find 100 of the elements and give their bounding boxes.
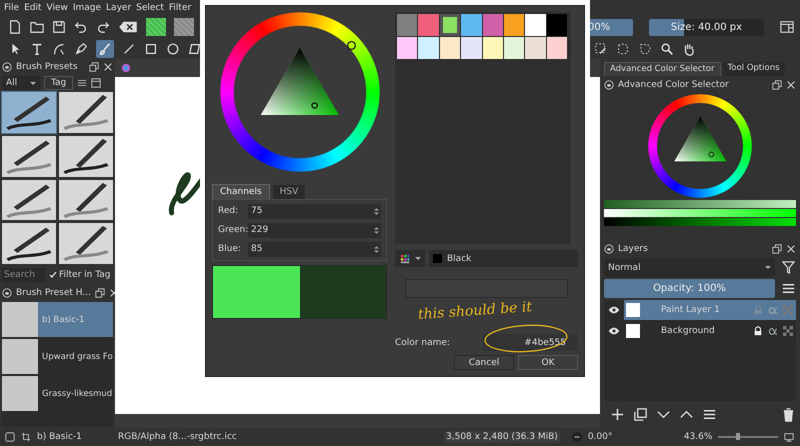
background-pattern-swatch[interactable]	[174, 18, 194, 36]
undo-icon[interactable]	[74, 20, 88, 34]
tag-filter-dropdown[interactable]: All	[2, 76, 40, 90]
layer-row[interactable]: Background	[624, 321, 796, 341]
palette-swatch[interactable]	[546, 14, 567, 36]
brush-preset-thumbnail[interactable]	[2, 180, 56, 220]
brush-tool-icon[interactable]	[96, 40, 114, 58]
float-icon[interactable]	[772, 244, 782, 254]
monitor-icon[interactable]	[784, 432, 794, 442]
add-icon[interactable]	[610, 406, 625, 422]
lock-icon[interactable]	[604, 80, 614, 90]
rotation-icon[interactable]	[572, 432, 582, 442]
close-icon[interactable]	[103, 62, 113, 72]
import-icon[interactable]	[91, 78, 102, 88]
float-icon[interactable]	[772, 80, 782, 90]
trash-icon[interactable]	[781, 406, 796, 422]
menu-item[interactable]: Edit	[24, 2, 42, 12]
contiguous-select-icon[interactable]	[616, 42, 630, 56]
menu-item[interactable]: Filter	[168, 2, 192, 12]
palette-swatch[interactable]	[482, 14, 503, 36]
blend-mode-dropdown[interactable]: Normal	[604, 258, 775, 277]
zoom-slider-handle[interactable]	[736, 433, 740, 440]
close-icon[interactable]	[786, 80, 796, 90]
brush-preset-thumbnail[interactable]	[59, 180, 113, 220]
pen-nib-icon[interactable]	[74, 42, 88, 56]
float-icon[interactable]	[94, 288, 105, 298]
redo-icon[interactable]	[96, 20, 110, 34]
brush-outline-icon[interactable]	[5, 432, 15, 442]
menu-icon[interactable]	[781, 281, 796, 296]
dialog-tab[interactable]: HSV	[272, 184, 306, 199]
hand-icon[interactable]	[682, 42, 696, 56]
folder-icon[interactable]	[30, 20, 44, 34]
eye-icon[interactable]	[608, 306, 620, 314]
foreground-pattern-swatch[interactable]	[146, 18, 166, 36]
spin-arrows-icon[interactable]	[374, 244, 381, 254]
palette-swatch[interactable]	[504, 37, 524, 59]
palette-swatch[interactable]	[461, 14, 482, 36]
tag-button[interactable]: Tag	[44, 76, 74, 90]
save-icon[interactable]	[52, 20, 66, 34]
checkerboard-icon[interactable]	[783, 326, 793, 336]
dialog-button[interactable]: OK	[518, 355, 578, 370]
layout-icon[interactable]	[780, 20, 794, 34]
channel-spinbox[interactable]: 229	[248, 222, 381, 238]
text-tool-icon[interactable]	[30, 42, 44, 56]
zoom-icon[interactable]	[660, 42, 674, 56]
polygon-tool-icon[interactable]	[188, 42, 202, 56]
brush-history-item[interactable]: Upward grass Fo	[2, 339, 113, 374]
line-tool-icon[interactable]	[122, 42, 136, 56]
checkerboard-icon[interactable]	[783, 305, 793, 315]
brush-preset-thumbnail[interactable]	[59, 223, 113, 264]
color-sliders-drawing[interactable]	[604, 200, 796, 226]
ellipse-tool-icon[interactable]	[166, 42, 180, 56]
list-view-icon[interactable]	[77, 78, 88, 88]
palette-swatch[interactable]	[525, 14, 546, 36]
brush-preset-thumbnail[interactable]	[59, 136, 113, 176]
menu-item[interactable]: View	[46, 2, 68, 12]
panel-tab[interactable]: Tool Options	[722, 62, 785, 76]
crop-icon[interactable]	[21, 432, 31, 442]
menu-item[interactable]: Image	[72, 2, 102, 12]
palette-swatch[interactable]	[397, 37, 418, 59]
palette-swatch[interactable]	[504, 14, 524, 36]
palette-swatch[interactable]	[546, 37, 567, 59]
lock-icon[interactable]	[753, 326, 763, 336]
filter-icon[interactable]	[781, 260, 796, 275]
brush-preset-thumbnail[interactable]	[2, 223, 56, 264]
spin-arrows-icon[interactable]	[374, 226, 381, 234]
palette-swatch[interactable]	[418, 14, 439, 36]
dialog-tab[interactable]: Channels	[212, 184, 270, 199]
alpha-icon[interactable]	[768, 326, 778, 336]
brush-preset-thumbnail[interactable]	[59, 92, 113, 133]
menu-item[interactable]: Select	[136, 2, 164, 12]
freehand-select-icon[interactable]	[638, 42, 652, 56]
dialog-button[interactable]: Cancel	[454, 355, 514, 370]
palette-swatch[interactable]	[440, 14, 460, 36]
new-document-icon[interactable]	[8, 20, 22, 34]
panel-tab[interactable]: Advanced Color Selector	[604, 62, 720, 76]
menu-item[interactable]: File	[4, 2, 20, 12]
close-icon[interactable]	[786, 244, 796, 254]
spin-arrows-icon[interactable]	[374, 206, 381, 216]
palette-swatch[interactable]	[440, 37, 460, 59]
channel-spinbox[interactable]: 85	[248, 242, 381, 256]
search-field[interactable]: Search	[2, 268, 46, 282]
brush-preset-thumbnail[interactable]	[2, 136, 56, 176]
eye-icon[interactable]	[608, 327, 620, 335]
rectangle-tool-icon[interactable]	[144, 42, 158, 56]
brush-preset-thumbnail[interactable]	[2, 92, 56, 133]
duplicate-icon[interactable]	[633, 406, 648, 422]
filter-in-tag-checkbox[interactable]: Filter in Tag	[49, 270, 110, 280]
palette-swatch[interactable]	[397, 14, 418, 36]
document-icon[interactable]	[121, 63, 131, 73]
palette-swatch[interactable]	[461, 37, 482, 59]
palette-menu-button[interactable]	[395, 250, 425, 267]
palette-swatch[interactable]	[525, 37, 546, 59]
lock-icon[interactable]	[604, 244, 614, 254]
channel-spinbox[interactable]: 75	[248, 204, 381, 218]
layer-opacity-slider[interactable]: Opacity: 100%	[604, 279, 775, 298]
palette-dropdown[interactable]: Black	[429, 250, 578, 267]
clear-icon[interactable]	[118, 20, 138, 34]
menu-item[interactable]: Layer	[106, 2, 132, 12]
palette-swatch[interactable]	[418, 37, 439, 59]
